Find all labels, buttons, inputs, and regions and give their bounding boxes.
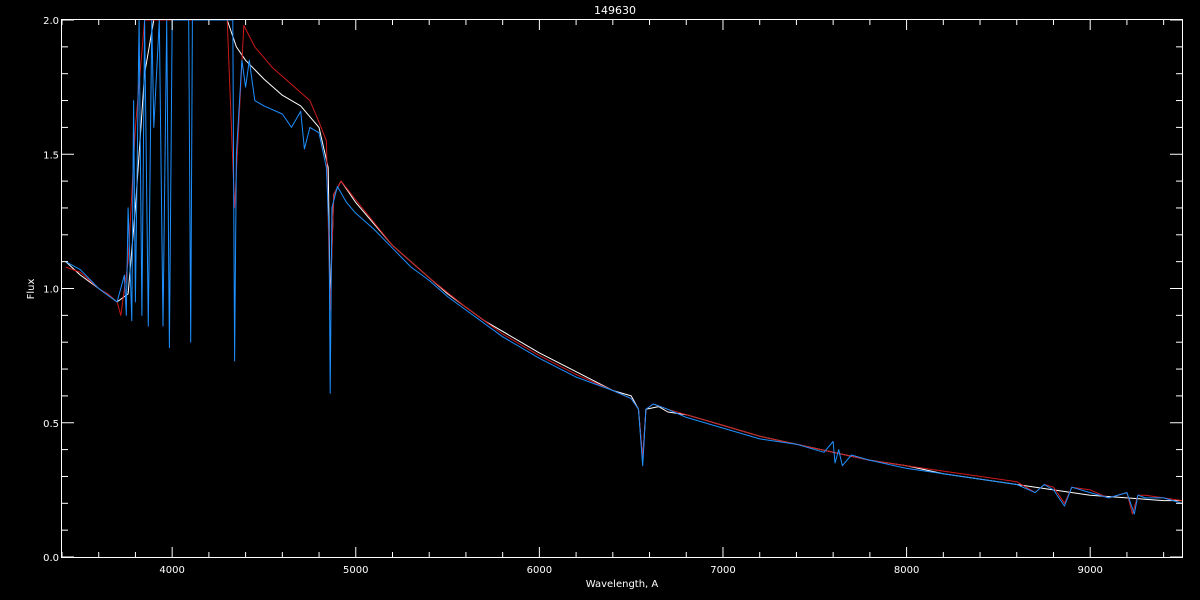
spectrum-chart: 149630 4000 5000 6000 7000 8000 9000 0.0 0.5 1.0… <box>0 0 1200 600</box>
y-tick-label: 1.0 <box>43 285 59 296</box>
y-tick-label: 1.5 <box>43 150 59 161</box>
y-tick-label: 0.0 <box>43 553 59 564</box>
x-tick-label: 9000 <box>1077 565 1102 576</box>
x-tick-label: 4000 <box>159 565 184 576</box>
x-tick-label: 6000 <box>527 565 552 576</box>
y-tick-label: 2.0 <box>43 16 59 27</box>
y-tick-label: 0.5 <box>43 419 59 430</box>
chart-title: 149630 <box>594 4 636 17</box>
chart-background <box>0 0 1200 600</box>
y-axis-label: Flux <box>26 279 37 300</box>
x-tick-label: 5000 <box>343 565 368 576</box>
x-tick-label: 8000 <box>894 565 919 576</box>
x-axis-label: Wavelength, A <box>586 579 659 590</box>
x-tick-label: 7000 <box>710 565 735 576</box>
